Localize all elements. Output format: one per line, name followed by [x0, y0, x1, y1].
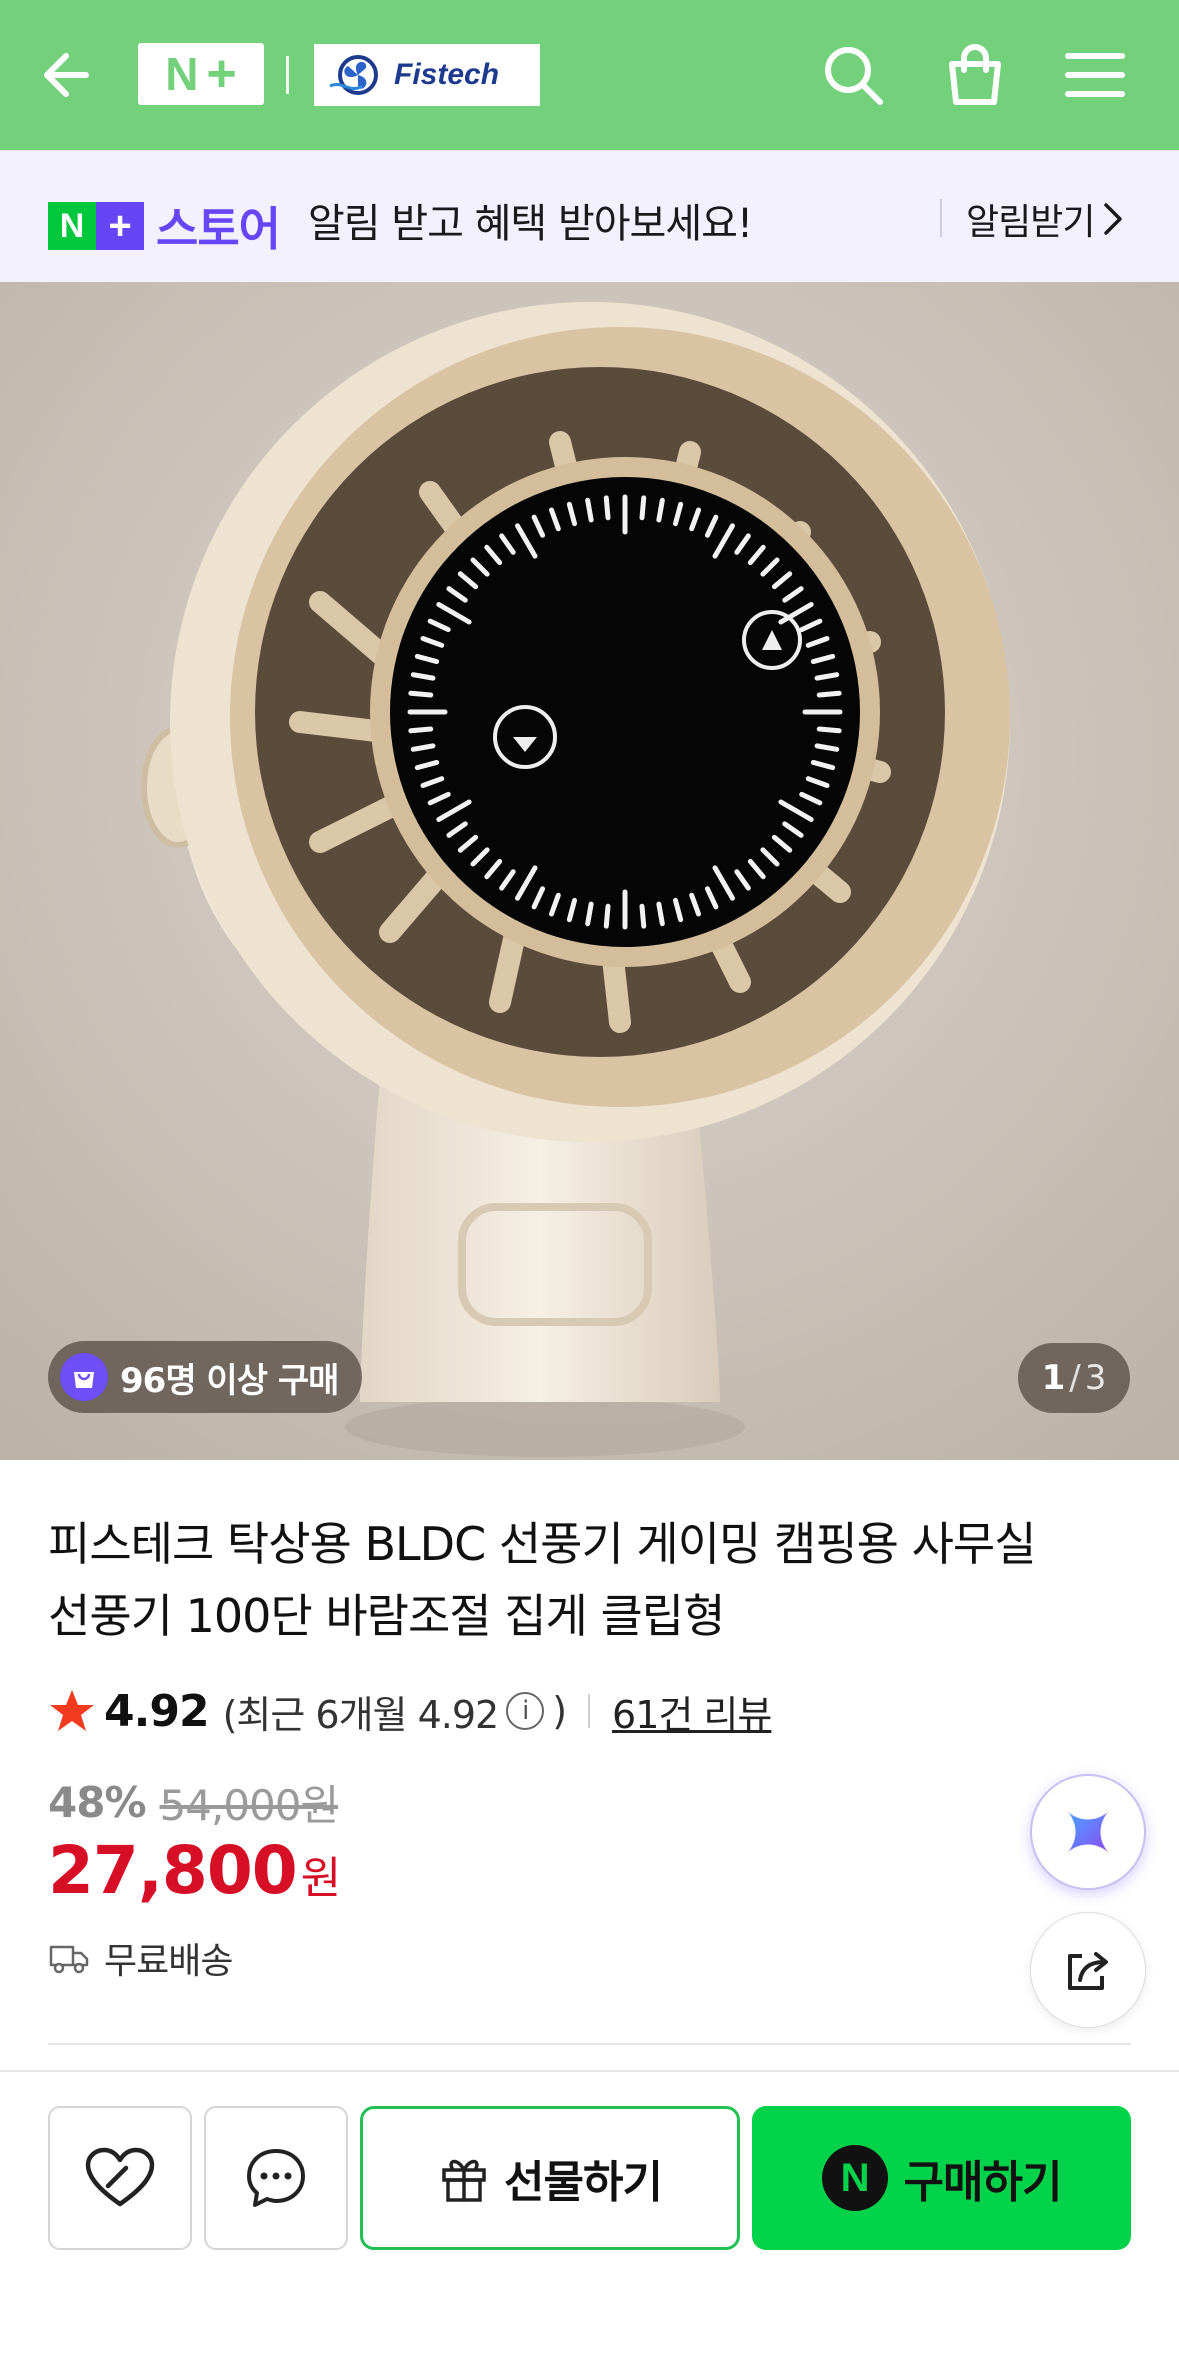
- notification-banner[interactable]: N + 스토어 알림 받고 혜택 받아보세요! 알림받기: [0, 150, 1179, 282]
- store-word: 스토어: [156, 202, 281, 256]
- product-title: 피스테크 탁상용 BLDC 선풍기 게이밍 캠핑용 사무실 선풍기 100단 바…: [48, 1517, 1037, 1643]
- currency-unit: 원: [300, 1853, 342, 1904]
- sale-price: 27,800: [48, 1832, 298, 1909]
- purchase-count-text: 96명 이상 구매: [120, 1360, 339, 1401]
- nplus-store-logo: N + 스토어: [48, 193, 281, 259]
- share-button[interactable]: [1030, 1912, 1146, 2028]
- fan-product-photo: [0, 282, 1179, 1460]
- brand-logo[interactable]: Fistech: [314, 44, 540, 106]
- fan-logo-icon: [329, 55, 378, 95]
- purchase-count-badge: 96명 이상 구매: [48, 1341, 363, 1413]
- search-icon[interactable]: [814, 36, 892, 114]
- original-price: 54,000원: [159, 1781, 340, 1830]
- gift-button[interactable]: 선물하기: [360, 2106, 740, 2250]
- chat-bubble-icon: [247, 2149, 305, 2207]
- notify-label: 알림받기: [966, 202, 1095, 243]
- store-badge-n: N: [48, 202, 96, 250]
- page-current: 1: [1041, 1358, 1066, 1398]
- store-badge-plus: +: [96, 202, 144, 250]
- page-slash: /: [1069, 1358, 1081, 1398]
- rating-separator: [588, 1694, 591, 1728]
- buy-button[interactable]: N 구매하기: [752, 2106, 1131, 2250]
- naverpay-n-badge: N: [821, 2145, 888, 2211]
- delivery-truck-icon: [49, 1945, 89, 1974]
- back-arrow-icon[interactable]: [36, 40, 106, 110]
- star-icon: [50, 1690, 94, 1731]
- chat-button[interactable]: [204, 2106, 348, 2250]
- shipping-text: 무료배송: [104, 1941, 233, 1982]
- heart-icon: [85, 2147, 155, 2207]
- share-icon: [1068, 1952, 1108, 1990]
- gift-label: 선물하기: [504, 2157, 663, 2208]
- image-pagination: 1 / 3: [1018, 1343, 1130, 1413]
- buy-label: 구매하기: [903, 2157, 1063, 2208]
- wishlist-button[interactable]: [48, 2106, 192, 2250]
- recent-rating-close: ): [552, 1689, 567, 1733]
- product-image[interactable]: (function(){ var g = document.getElement…: [0, 282, 1179, 1460]
- discount-rate: 48%: [48, 1778, 147, 1827]
- bottom-action-bar: 선물하기 N 구매하기: [0, 2070, 1179, 2379]
- ai-assistant-button[interactable]: [1030, 1774, 1146, 1890]
- ai-sparkle-icon: [1068, 1812, 1108, 1852]
- nplus-plus: +: [206, 45, 237, 103]
- gift-icon: [442, 2159, 486, 2202]
- review-count-link[interactable]: 61건 리뷰: [612, 1684, 772, 1739]
- shipping-info: 무료배송: [48, 1932, 233, 1984]
- chevron-right-icon: [1104, 203, 1123, 235]
- recent-rating: (최근 6개월 4.92: [222, 1692, 500, 1737]
- nplus-n: N: [165, 48, 199, 100]
- discount-row: 48% 54,000원: [48, 1772, 340, 1833]
- banner-separator: [940, 199, 942, 237]
- section-divider: [48, 2043, 1131, 2045]
- shopping-bag-badge-icon: [60, 1353, 108, 1401]
- rating-score: 4.92: [104, 1685, 210, 1737]
- header-separator: [286, 56, 289, 94]
- brand-name: Fistech: [394, 58, 500, 91]
- naver-plus-logo[interactable]: N +: [138, 43, 264, 105]
- banner-message: 알림 받고 혜택 받아보세요!: [308, 201, 753, 247]
- rating-row: 4.92 (최근 6개월 4.92 i ) 61건 리뷰: [48, 1680, 772, 1742]
- shopping-bag-icon[interactable]: [936, 36, 1014, 114]
- menu-icon[interactable]: [1056, 36, 1134, 114]
- notify-button[interactable]: 알림받기: [966, 193, 1124, 245]
- top-header: N + Fistech: [0, 0, 1179, 150]
- page-total: 3: [1084, 1358, 1107, 1398]
- sale-price-row: 27,800 원: [48, 1832, 341, 1909]
- info-icon[interactable]: i: [506, 1692, 545, 1730]
